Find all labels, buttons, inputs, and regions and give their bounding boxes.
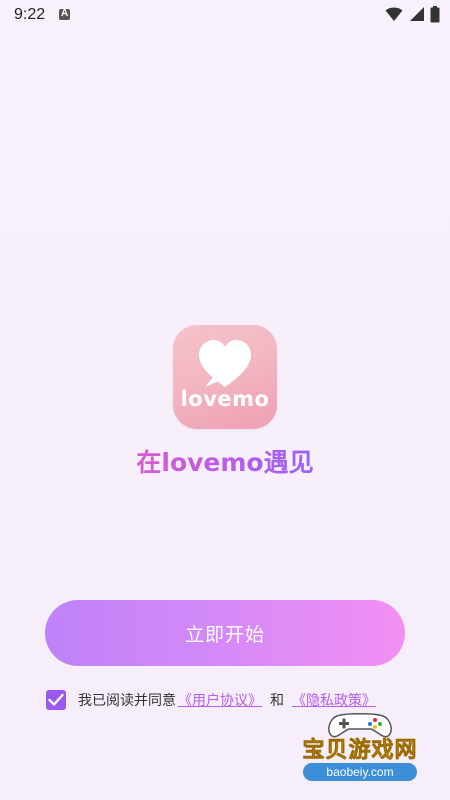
watermark: 宝贝游戏网 baobeiy.com [275, 712, 445, 784]
battery-icon [430, 6, 440, 23]
slogan: 在lovemo遇见 [0, 445, 450, 481]
agreement-checkbox[interactable] [46, 690, 66, 710]
status-bar: 9:22 [0, 0, 450, 32]
watermark-title: 宝贝游戏网 [302, 738, 418, 764]
privacy-policy-link[interactable]: 《隐私政策》 [292, 690, 376, 710]
watermark-url: baobeiy.com [303, 763, 417, 781]
agreement-row: 我已阅读并同意 《用户协议》 和 《隐私政策》 [46, 688, 378, 712]
start-button-label: 立即开始 [184, 623, 265, 646]
wifi-icon [385, 7, 403, 21]
status-time: 9:22 [14, 6, 46, 23]
start-button[interactable]: 立即开始 [45, 600, 405, 666]
agreement-and: 和 [270, 693, 284, 709]
cell-signal-icon [410, 7, 424, 21]
check-icon [48, 693, 64, 706]
app-logo: lovemo [173, 325, 277, 429]
a-notification-icon [59, 8, 70, 20]
agreement-prefix: 我已阅读并同意 [78, 693, 176, 709]
slogan-text: 在lovemo遇见 [136, 448, 314, 477]
user-agreement-link[interactable]: 《用户协议》 [178, 690, 262, 710]
logo-text: lovemo [180, 387, 270, 411]
heart-chat-icon [199, 340, 251, 387]
